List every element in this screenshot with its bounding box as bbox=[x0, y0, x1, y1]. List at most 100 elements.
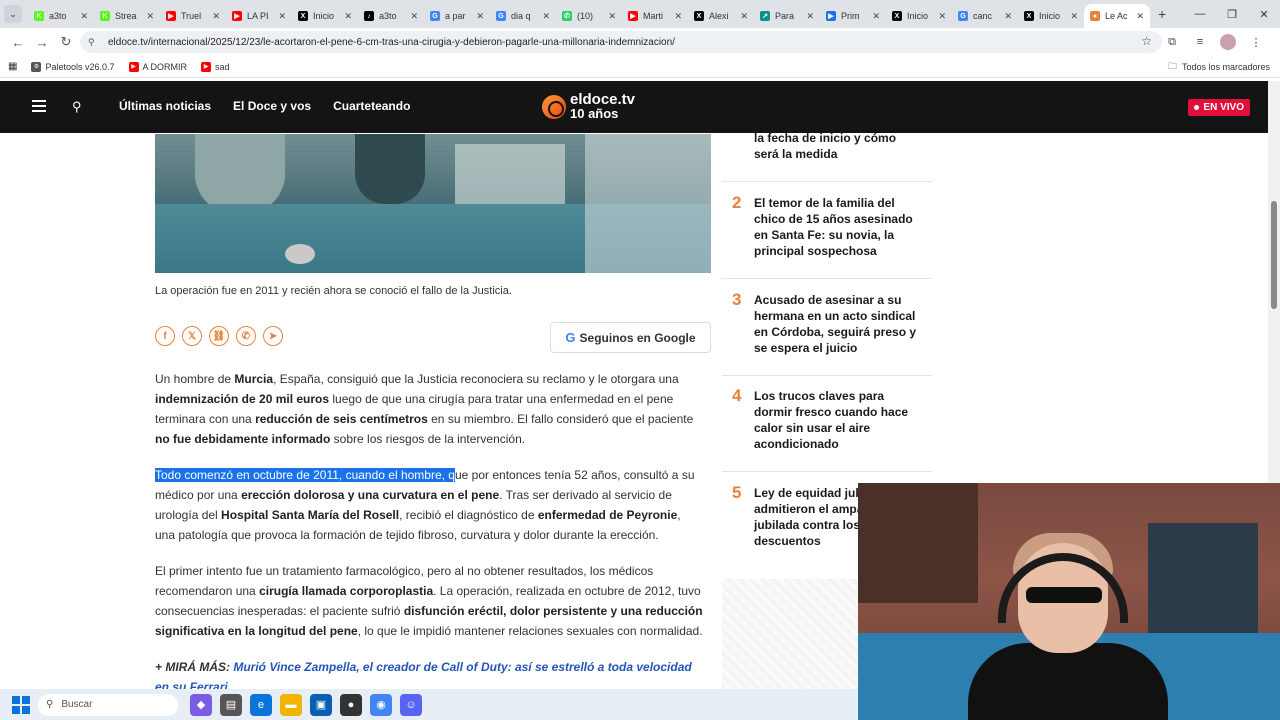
browser-tab[interactable]: X Inicio ✕ bbox=[1018, 4, 1084, 28]
sidebar-item[interactable]: la fecha de inicio y cómo será la medida bbox=[722, 128, 932, 182]
browser-tab[interactable]: Gcanc ✕ bbox=[952, 4, 1018, 28]
file-explorer-icon[interactable]: ▬ bbox=[280, 693, 302, 716]
tab-favicon-icon: ▶ bbox=[232, 11, 242, 21]
taskbar-search-input[interactable]: ⚲ Buscar bbox=[38, 693, 178, 716]
tab-favicon-icon: X bbox=[1024, 11, 1034, 21]
tab-close-icon[interactable]: ✕ bbox=[806, 11, 814, 22]
tab-close-icon[interactable]: ✕ bbox=[542, 11, 550, 22]
follow-google-button[interactable]: G Seguinos en Google bbox=[550, 322, 711, 353]
tab-favicon-icon: X bbox=[298, 11, 308, 21]
sidebar-item[interactable]: 3 Acusado de asesinar a su hermana en un… bbox=[722, 290, 932, 376]
back-icon[interactable]: ← bbox=[6, 35, 30, 50]
hamburger-menu-icon[interactable] bbox=[32, 100, 46, 112]
windows-start-icon[interactable] bbox=[12, 695, 30, 714]
nav-el-doce-y-vos[interactable]: El Doce y vos bbox=[233, 99, 311, 113]
menu-kebab-icon[interactable]: ⋮ bbox=[1242, 36, 1270, 49]
link-icon[interactable]: ⛓ bbox=[209, 326, 229, 346]
bookmark-item[interactable]: ▶ sad bbox=[201, 61, 230, 72]
telegram-icon[interactable]: ➤ bbox=[263, 326, 283, 346]
widgets-icon[interactable]: ◆ bbox=[190, 693, 212, 716]
text-segment: en su miembro. El fallo consideró que el… bbox=[427, 412, 694, 426]
sidebar-headline: Acusado de asesinar a su hermana en un a… bbox=[754, 293, 917, 355]
bookmark-item[interactable]: ▶ A DORMIR bbox=[128, 61, 187, 72]
browser-tab[interactable]: ✆ (10) ✕ bbox=[556, 4, 622, 28]
tab-title: Inicio bbox=[313, 11, 335, 21]
tab-close-icon[interactable]: ✕ bbox=[212, 11, 220, 22]
tab-strip: ⌄ Ka3to ✕ K Strea ✕ ▶ Truel ✕ ▶ LA PI ✕ X Inicio ✕ ♪ a3… bbox=[0, 0, 1280, 28]
facebook-icon[interactable]: f bbox=[155, 326, 175, 346]
store-icon[interactable]: ▣ bbox=[310, 693, 332, 716]
x-icon[interactable]: 𝕏 bbox=[182, 326, 202, 346]
tab-close-icon[interactable]: ✕ bbox=[410, 11, 418, 22]
tab-title: Marti bbox=[643, 11, 663, 21]
tab-close-icon[interactable]: ✕ bbox=[80, 11, 88, 22]
browser-tab[interactable]: ♪ a3to ✕ bbox=[358, 4, 424, 28]
bold-text: Murcia bbox=[234, 372, 274, 386]
all-bookmarks-button[interactable]: 🗀 Todos los marcadores bbox=[1168, 59, 1270, 75]
tab-close-icon[interactable]: ✕ bbox=[674, 11, 682, 22]
live-dot-icon bbox=[1194, 104, 1200, 110]
close-window-button[interactable]: ✕ bbox=[1248, 8, 1280, 21]
bookmark-star-icon[interactable]: ☆ bbox=[1141, 34, 1152, 48]
tab-close-icon[interactable]: ✕ bbox=[278, 11, 286, 22]
browser-tab[interactable]: ▶ Truel ✕ bbox=[160, 4, 226, 28]
browser-tab[interactable]: ▶ Prim ✕ bbox=[820, 4, 886, 28]
tab-close-icon[interactable]: ✕ bbox=[146, 11, 154, 22]
follow-google-label: Seguinos en Google bbox=[579, 330, 696, 345]
search-icon[interactable]: ⚲ bbox=[72, 99, 82, 115]
sidebar-item[interactable]: 2 El temor de la familia del chico de 15… bbox=[722, 193, 932, 279]
app-icon[interactable]: ● bbox=[340, 693, 362, 716]
folder-icon: 🗀 bbox=[1167, 60, 1177, 71]
reading-list-icon[interactable]: ≡ bbox=[1186, 36, 1214, 48]
chrome-icon[interactable]: ◉ bbox=[370, 693, 392, 716]
browser-tab[interactable]: Gdia q ✕ bbox=[490, 4, 556, 28]
tab-close-icon[interactable]: ✕ bbox=[740, 11, 748, 22]
browser-tab[interactable]: Ka3to ✕ bbox=[28, 4, 94, 28]
article-paragraph-1: Un hombre de Murcia, España, consiguió q… bbox=[155, 369, 703, 449]
browser-tab[interactable]: X Alexi ✕ bbox=[688, 4, 754, 28]
tab-title: Inicio bbox=[907, 11, 929, 21]
related-prefix: + MIRÁ MÁS: bbox=[155, 660, 230, 674]
site-info-icon[interactable]: ⚲ bbox=[88, 37, 100, 47]
browser-tab[interactable]: Ga par ✕ bbox=[424, 4, 490, 28]
url-input[interactable]: ⚲ eldoce.tv/internacional/2025/12/23/le-… bbox=[80, 31, 1162, 53]
browser-tab[interactable]: K Strea ✕ bbox=[94, 4, 160, 28]
logo-name: eldoce.tv bbox=[570, 91, 636, 108]
scrollbar-thumb[interactable] bbox=[1271, 201, 1277, 309]
tab-close-icon[interactable]: ✕ bbox=[938, 11, 946, 22]
discord-icon[interactable]: ☺ bbox=[400, 693, 422, 716]
profile-avatar[interactable] bbox=[1220, 34, 1236, 50]
forward-icon[interactable]: → bbox=[30, 35, 54, 50]
reload-icon[interactable]: ↻ bbox=[54, 34, 78, 50]
nav-cuarteteando[interactable]: Cuarteteando bbox=[333, 99, 410, 113]
site-logo[interactable]: eldoce.tv 10 años bbox=[542, 91, 636, 121]
whatsapp-icon[interactable]: ✆ bbox=[236, 326, 256, 346]
tab-close-icon[interactable]: ✕ bbox=[1136, 11, 1144, 22]
extensions-icon[interactable]: ⧉ bbox=[1158, 36, 1186, 49]
tab-close-icon[interactable]: ✕ bbox=[872, 11, 880, 22]
live-button[interactable]: EN VIVO bbox=[1188, 99, 1250, 116]
browser-tab[interactable]: ▶ LA PI ✕ bbox=[226, 4, 292, 28]
tab-close-icon[interactable]: ✕ bbox=[344, 11, 352, 22]
browser-tab[interactable]: ▶ Marti ✕ bbox=[622, 4, 688, 28]
sidebar-item[interactable]: 4 Los trucos claves para dormir fresco c… bbox=[722, 386, 932, 472]
nav-ultimas-noticias[interactable]: Últimas noticias bbox=[119, 99, 211, 113]
task-view-icon[interactable]: ▤ bbox=[220, 693, 242, 716]
bookmark-item[interactable]: ⚙ Paletools v26.0.7 bbox=[31, 61, 115, 72]
browser-tab[interactable]: X Inicio ✕ bbox=[886, 4, 952, 28]
live-label: EN VIVO bbox=[1203, 102, 1244, 113]
browser-tab[interactable]: ↗ Para ✕ bbox=[754, 4, 820, 28]
tab-close-icon[interactable]: ✕ bbox=[476, 11, 484, 22]
tab-close-icon[interactable]: ✕ bbox=[1070, 11, 1078, 22]
tab-close-icon[interactable]: ✕ bbox=[608, 11, 616, 22]
new-tab-button[interactable]: + bbox=[1158, 6, 1166, 22]
apps-grid-icon[interactable]: ▦ bbox=[8, 61, 17, 72]
browser-tab[interactable]: X Inicio ✕ bbox=[292, 4, 358, 28]
tab-search-button[interactable]: ⌄ bbox=[4, 5, 22, 23]
browser-tab[interactable]: ● Le Ac ✕ bbox=[1084, 4, 1150, 28]
edge-icon[interactable]: e bbox=[250, 693, 272, 716]
maximize-button[interactable]: ❐ bbox=[1216, 8, 1248, 21]
tab-close-icon[interactable]: ✕ bbox=[1004, 11, 1012, 22]
minimize-button[interactable]: — bbox=[1184, 8, 1216, 20]
toolbar-actions: ⧉ ≡ ⋮ bbox=[1158, 28, 1270, 56]
